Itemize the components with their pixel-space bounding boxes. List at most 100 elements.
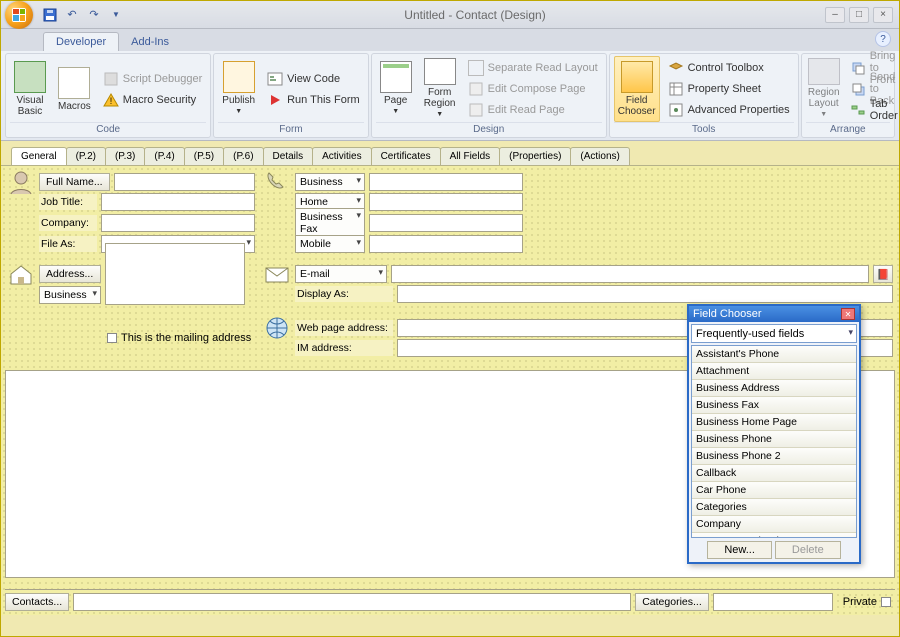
page-tab-p3[interactable]: (P.3): [105, 147, 145, 165]
job-title-label: Job Title:: [39, 194, 97, 210]
company-input[interactable]: [101, 214, 255, 232]
field-item[interactable]: Assistant's Phone: [692, 346, 856, 363]
field-item[interactable]: Company: [692, 516, 856, 533]
advanced-properties-button[interactable]: Advanced Properties: [664, 100, 794, 120]
field-item[interactable]: Business Home Page: [692, 414, 856, 431]
script-debugger-icon: [103, 71, 119, 87]
address-input[interactable]: [105, 243, 245, 305]
page-tab-p4[interactable]: (P.4): [144, 147, 184, 165]
email-label[interactable]: E-mail: [295, 265, 387, 283]
address-button[interactable]: Address...: [39, 265, 101, 283]
separate-read-layout-button[interactable]: Separate Read Layout: [464, 58, 602, 78]
display-as-input[interactable]: [397, 285, 893, 303]
field-chooser-list[interactable]: Assistant's PhoneAttachmentBusiness Addr…: [691, 345, 857, 538]
page-tab-p6[interactable]: (P.6): [223, 147, 263, 165]
full-name-input[interactable]: [114, 173, 255, 191]
field-item[interactable]: Callback: [692, 465, 856, 482]
field-chooser-button[interactable]: Field Chooser: [614, 56, 660, 122]
field-chooser-dialog[interactable]: Field Chooser ✕ Frequently-used fields As…: [687, 304, 861, 564]
tab-addins[interactable]: Add-Ins: [119, 33, 181, 51]
region-layout-icon: [808, 58, 840, 85]
script-debugger-button[interactable]: Script Debugger: [99, 69, 207, 89]
page-button[interactable]: Page▼: [376, 56, 416, 122]
field-item[interactable]: Business Phone 2: [692, 448, 856, 465]
visual-basic-button[interactable]: Visual Basic: [10, 56, 50, 122]
page-tab-general[interactable]: General: [11, 147, 67, 165]
minimize-button[interactable]: ‒: [825, 7, 845, 23]
address-book-button[interactable]: 📕: [873, 265, 893, 283]
field-item[interactable]: Business Phone: [692, 431, 856, 448]
warning-icon: !: [103, 92, 119, 108]
redo-icon[interactable]: ↷: [85, 6, 103, 24]
control-toolbox-button[interactable]: Control Toolbox: [664, 58, 794, 78]
qat-dropdown-icon[interactable]: ▼: [107, 6, 125, 24]
send-to-back-button[interactable]: Send to Back▾: [846, 79, 900, 99]
separate-read-icon: [468, 60, 484, 76]
group-form: Publish▼ View Code Run This Form Form: [213, 53, 368, 138]
phone-business-input[interactable]: [369, 173, 523, 191]
page-tab-properties[interactable]: (Properties): [499, 147, 571, 165]
mailing-address-checkbox[interactable]: [107, 333, 117, 343]
help-icon[interactable]: ?: [875, 31, 891, 47]
phone-mobile-input[interactable]: [369, 235, 523, 253]
web-icon: [263, 314, 291, 342]
page-tab-activities[interactable]: Activities: [312, 147, 371, 165]
ribbon: Visual Basic Macros Script Debugger !Mac…: [1, 51, 899, 141]
full-name-button[interactable]: Full Name...: [39, 173, 110, 191]
tab-developer[interactable]: Developer: [43, 32, 119, 51]
contact-icon: [7, 168, 35, 196]
page-icon: [380, 61, 412, 93]
group-label-tools: Tools: [614, 122, 794, 135]
view-code-button[interactable]: View Code: [263, 69, 364, 89]
phone-fax-label[interactable]: Business Fax: [295, 208, 365, 238]
private-checkbox[interactable]: [881, 597, 891, 607]
group-label-code: Code: [10, 122, 206, 135]
page-tab-actions[interactable]: (Actions): [570, 147, 629, 165]
undo-icon[interactable]: ↶: [63, 6, 81, 24]
maximize-button[interactable]: □: [849, 7, 869, 23]
form-region-button[interactable]: Form Region▼: [420, 56, 460, 122]
field-item[interactable]: Business Address: [692, 380, 856, 397]
close-button[interactable]: ×: [873, 7, 893, 23]
address-type-combo[interactable]: Business: [39, 286, 101, 304]
macros-icon: [58, 67, 90, 99]
page-tab-details[interactable]: Details: [263, 147, 314, 165]
page-tab-certificates[interactable]: Certificates: [371, 147, 441, 165]
office-button[interactable]: [5, 1, 33, 29]
property-sheet-button[interactable]: Property Sheet: [664, 79, 794, 99]
edit-read-page-button[interactable]: Edit Read Page: [464, 100, 602, 120]
field-item[interactable]: Categories: [692, 499, 856, 516]
tab-order-button[interactable]: Tab Order: [846, 100, 900, 120]
contacts-input[interactable]: [73, 593, 631, 611]
categories-button[interactable]: Categories...: [635, 593, 709, 611]
email-input[interactable]: [391, 265, 869, 283]
field-chooser-new-button[interactable]: New...: [707, 541, 772, 559]
field-chooser-icon: [621, 61, 653, 93]
field-item[interactable]: Business Fax: [692, 397, 856, 414]
run-form-button[interactable]: Run This Form: [263, 90, 364, 110]
job-title-input[interactable]: [101, 193, 255, 211]
page-tab-p2[interactable]: (P.2): [66, 147, 106, 165]
page-tab-allfields[interactable]: All Fields: [440, 147, 501, 165]
phone-mobile-label[interactable]: Mobile: [295, 235, 365, 253]
save-icon[interactable]: [41, 6, 59, 24]
field-chooser-titlebar[interactable]: Field Chooser ✕: [689, 306, 859, 322]
region-layout-button[interactable]: Region Layout▼: [806, 56, 842, 122]
field-item[interactable]: Attachment: [692, 363, 856, 380]
field-chooser-title: Field Chooser: [693, 308, 761, 320]
edit-compose-page-button[interactable]: Edit Compose Page: [464, 79, 602, 99]
phone-home-input[interactable]: [369, 193, 523, 211]
contacts-button[interactable]: Contacts...: [5, 593, 69, 611]
macros-button[interactable]: Macros: [54, 56, 95, 122]
macro-security-button[interactable]: !Macro Security: [99, 90, 207, 110]
categories-input[interactable]: [713, 593, 833, 611]
field-chooser-close-button[interactable]: ✕: [841, 308, 855, 320]
phone-fax-input[interactable]: [369, 214, 523, 232]
field-chooser-delete-button[interactable]: Delete: [775, 541, 841, 559]
phone-business-label[interactable]: Business: [295, 173, 365, 191]
bring-front-icon: [850, 60, 866, 76]
page-tab-p5[interactable]: (P.5): [184, 147, 224, 165]
publish-button[interactable]: Publish▼: [218, 56, 259, 122]
field-chooser-category-combo[interactable]: Frequently-used fields: [691, 324, 857, 343]
field-item[interactable]: Car Phone: [692, 482, 856, 499]
